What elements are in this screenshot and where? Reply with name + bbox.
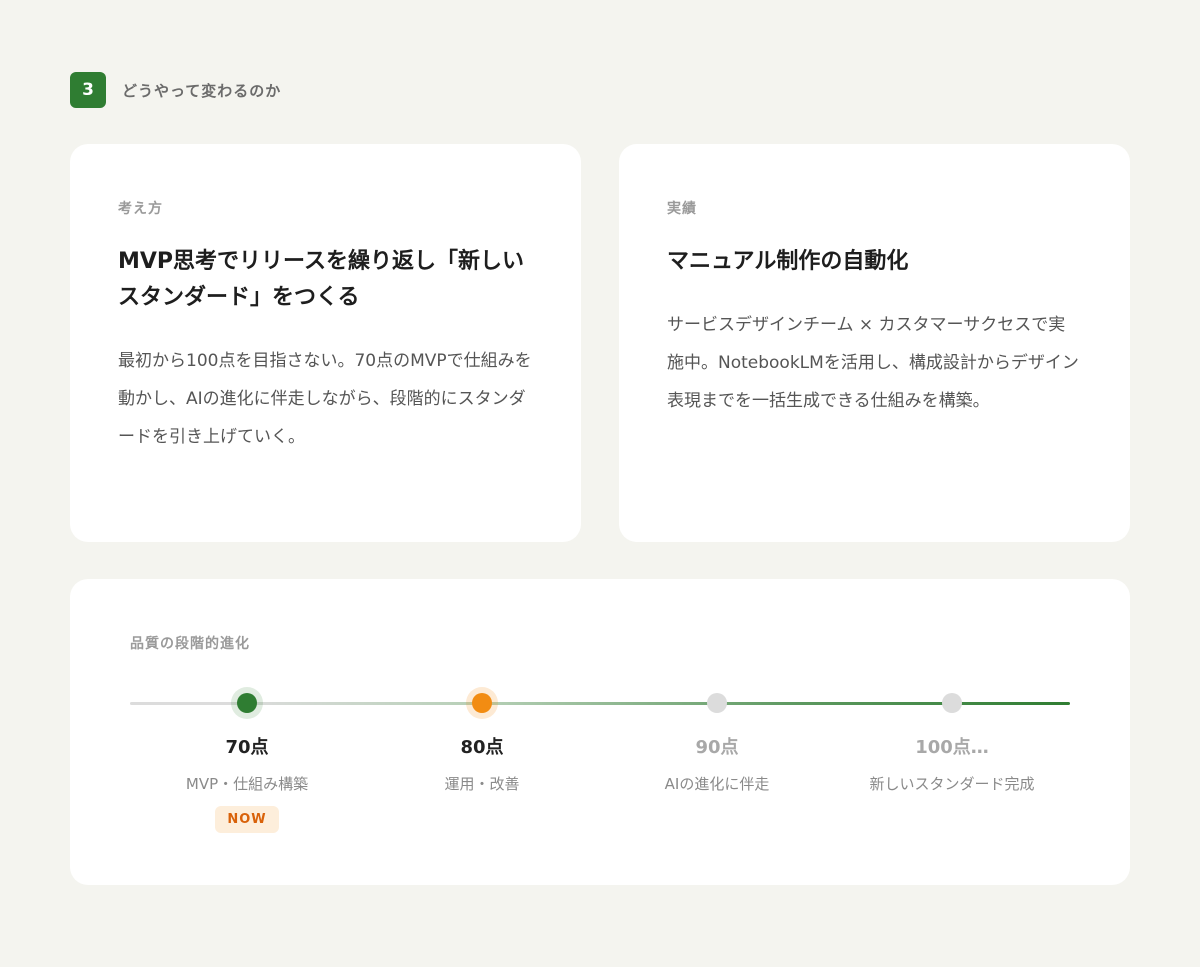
section-title: どうやって変わるのか — [122, 81, 282, 100]
card-heading: MVP思考でリリースを繰り返し「新しいスタンダード」をつくる — [118, 249, 524, 310]
card-label: 考え方 — [118, 201, 163, 217]
timeline-card: 品質の段階的進化 70点 MVP・仕組み構築 NOW 80点 運用・改善 90点… — [70, 579, 1130, 885]
milestone-dot-future — [942, 693, 962, 713]
milestone-score: 80点 — [460, 737, 504, 758]
milestone-dot-next — [472, 693, 492, 713]
card-heading: マニュアル制作の自動化 — [667, 249, 909, 274]
card-label: 実績 — [667, 201, 697, 217]
milestone-80: 80点 運用・改善 — [372, 686, 592, 794]
card-body: サービスデザインチーム × カスタマーサクセスで実施中。NotebookLMを活… — [667, 315, 1079, 411]
milestone-desc: 運用・改善 — [444, 775, 520, 793]
milestone-desc: AIの進化に伴走 — [664, 775, 770, 793]
milestone-score: 100点… — [915, 737, 989, 758]
milestone-70: 70点 MVP・仕組み構築 NOW — [137, 686, 357, 833]
approach-card: 考え方 MVP思考でリリースを繰り返し「新しいスタンダード」をつくる 最初から1… — [70, 144, 581, 542]
now-badge: NOW — [215, 806, 279, 833]
milestone-score: 90点 — [695, 737, 739, 758]
milestone-score: 70点 — [225, 737, 269, 758]
section-header: 3 どうやって変わるのか — [70, 72, 281, 108]
step-number-badge: 3 — [70, 72, 106, 108]
milestone-100: 100点… 新しいスタンダード完成 — [842, 686, 1062, 794]
card-body: 最初から100点を目指さない。70点のMVPで仕組みを動かし、AIの進化に伴走し… — [118, 351, 532, 447]
results-card: 実績 マニュアル制作の自動化 サービスデザインチーム × カスタマーサクセスで実… — [619, 144, 1130, 542]
milestone-desc: MVP・仕組み構築 — [185, 775, 309, 793]
milestone-dot-future — [707, 693, 727, 713]
milestone-90: 90点 AIの進化に伴走 — [607, 686, 827, 794]
milestone-dot-current — [237, 693, 257, 713]
milestone-desc: 新しいスタンダード完成 — [869, 775, 1035, 793]
timeline-title: 品質の段階的進化 — [130, 636, 250, 652]
